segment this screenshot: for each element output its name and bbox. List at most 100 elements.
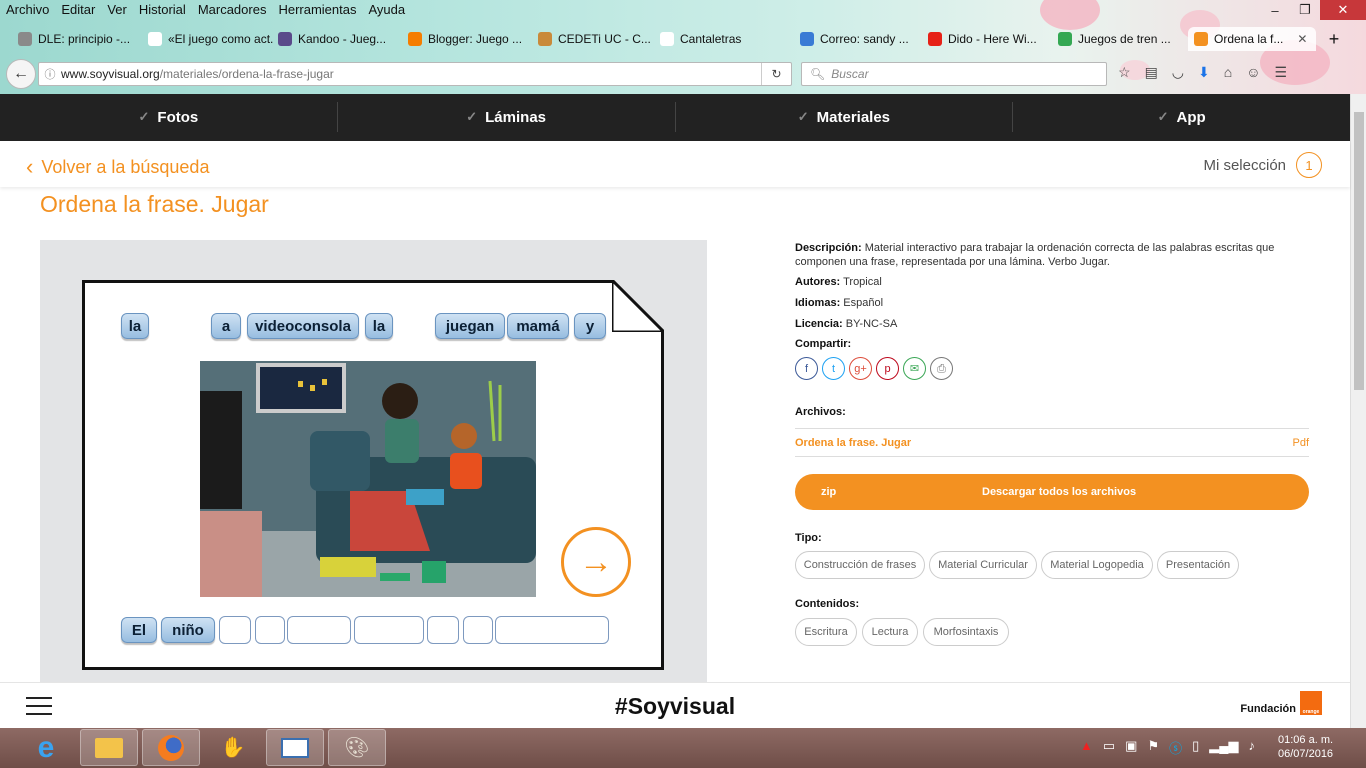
- type-tags: Construcción de frases Material Curricula…: [795, 551, 1309, 581]
- placed-word-tile[interactable]: El: [121, 617, 157, 643]
- file-explorer-icon[interactable]: [80, 729, 138, 766]
- empty-word-slot[interactable]: [287, 616, 351, 644]
- my-selection-button[interactable]: Mi selección 1: [1203, 152, 1322, 178]
- reading-list-icon[interactable]: ▤: [1145, 64, 1158, 81]
- tag-pill[interactable]: Presentación: [1157, 551, 1239, 579]
- foundation-logo[interactable]: Fundación orange: [1240, 691, 1322, 715]
- menu-icon[interactable]: ☰: [1275, 64, 1288, 81]
- clock-date: 06/07/2016: [1278, 748, 1334, 760]
- check-icon: ✓: [797, 109, 809, 124]
- monitor-icon[interactable]: ▭: [1103, 738, 1115, 757]
- browser-tab[interactable]: Ordena la f... ✕: [1188, 27, 1316, 51]
- pinterest-icon[interactable]: p: [876, 357, 899, 380]
- tab-label: Cantaletras: [680, 32, 742, 46]
- next-button[interactable]: →: [561, 527, 631, 597]
- tab-favicon-icon: [1194, 32, 1208, 46]
- app-hand-icon[interactable]: ✋: [204, 729, 262, 766]
- menu-herramientas[interactable]: Herramientas: [272, 0, 362, 20]
- googleplus-icon[interactable]: g+: [849, 357, 872, 380]
- flag-icon[interactable]: ⚑: [1147, 738, 1159, 757]
- print-icon[interactable]: ⎙: [930, 357, 953, 380]
- ie-icon[interactable]: e: [16, 729, 76, 766]
- new-tab-button[interactable]: +: [1322, 27, 1346, 51]
- close-window-button[interactable]: ✕: [1320, 0, 1366, 20]
- tab-favicon-icon: [660, 32, 674, 46]
- tag-pill[interactable]: Morfosintaxis: [923, 618, 1009, 646]
- window-app-icon[interactable]: [266, 729, 324, 766]
- home-icon[interactable]: ⌂: [1224, 64, 1232, 81]
- tag-pill[interactable]: Material Curricular: [929, 551, 1037, 579]
- word-tile[interactable]: la: [365, 313, 393, 339]
- info-icon[interactable]: ⓘ: [39, 66, 61, 82]
- firefox-icon[interactable]: [142, 729, 200, 766]
- empty-word-slot[interactable]: [427, 616, 459, 644]
- menu-ver[interactable]: Ver: [101, 0, 133, 20]
- maximize-button[interactable]: ❐: [1290, 0, 1320, 20]
- placed-word-tile[interactable]: niño: [161, 617, 215, 643]
- browser-tab[interactable]: Juegos de tren ...: [1058, 27, 1184, 51]
- empty-word-slot[interactable]: [255, 616, 285, 644]
- minimize-button[interactable]: –: [1260, 0, 1290, 20]
- paint-icon[interactable]: 🎨︎: [328, 729, 386, 766]
- tag-pill[interactable]: Lectura: [862, 618, 918, 646]
- download-all-button[interactable]: zip Descargar todos los archivos: [795, 474, 1309, 510]
- word-tile[interactable]: mamá: [507, 313, 569, 339]
- pocket-icon[interactable]: ◡: [1172, 64, 1184, 81]
- volume-icon[interactable]: ♪: [1249, 738, 1256, 757]
- menu-historial[interactable]: Historial: [133, 0, 192, 20]
- smiley-icon[interactable]: ☺: [1246, 64, 1260, 81]
- browser-tab[interactable]: CEDETi UC - C...: [538, 27, 656, 51]
- search-box[interactable]: 🔍︎ Buscar: [801, 62, 1107, 86]
- download-icon[interactable]: ⬇: [1198, 64, 1210, 81]
- reload-icon[interactable]: ↻: [761, 63, 791, 85]
- empty-word-slot[interactable]: [463, 616, 493, 644]
- email-icon[interactable]: ✉: [903, 357, 926, 380]
- word-tile[interactable]: juegan: [435, 313, 505, 339]
- menu-editar[interactable]: Editar: [55, 0, 101, 20]
- empty-word-slot[interactable]: [354, 616, 424, 644]
- tag-pill[interactable]: Material Logopedia: [1041, 551, 1153, 579]
- page-scrollbar[interactable]: [1350, 94, 1366, 728]
- menu-marcadores[interactable]: Marcadores: [192, 0, 273, 20]
- word-tile[interactable]: videoconsola: [247, 313, 359, 339]
- tag-pill[interactable]: Escritura: [795, 618, 857, 646]
- file-name[interactable]: Ordena la frase. Jugar: [795, 437, 911, 449]
- facebook-icon[interactable]: f: [795, 357, 818, 380]
- browser-tab[interactable]: Correo: sandy ...: [800, 27, 924, 51]
- nav-materiales[interactable]: ✓ Materiales: [676, 102, 1014, 132]
- tab-close-icon[interactable]: ✕: [1297, 32, 1307, 46]
- word-tile[interactable]: la: [121, 313, 149, 339]
- authors: Autores: Tropical: [795, 275, 882, 289]
- back-to-search-link[interactable]: ‹ Volver a la búsqueda: [26, 154, 209, 180]
- menu-archivo[interactable]: Archivo: [0, 0, 55, 20]
- twitter-icon[interactable]: t: [822, 357, 845, 380]
- browser-tab[interactable]: DLE: principio -...: [18, 27, 143, 51]
- scrollbar-thumb[interactable]: [1354, 112, 1364, 390]
- clock[interactable]: 01:06 a. m. 06/07/2016: [1278, 733, 1333, 761]
- word-tile[interactable]: a: [211, 313, 241, 339]
- back-button[interactable]: ←: [6, 59, 36, 89]
- empty-word-slot[interactable]: [495, 616, 609, 644]
- browser-tab[interactable]: «El juego como act...: [148, 27, 273, 51]
- battery-icon[interactable]: ▯: [1192, 738, 1199, 757]
- browser-tab[interactable]: Dido - Here Wi...: [928, 27, 1054, 51]
- nav-laminas[interactable]: ✓ Láminas: [338, 102, 676, 132]
- browser-tab[interactable]: Kandoo - Jueg...: [278, 27, 403, 51]
- browser-tab[interactable]: Blogger: Juego ...: [408, 27, 533, 51]
- device-icon[interactable]: ▣: [1125, 738, 1137, 757]
- url-bar[interactable]: ⓘ www.soyvisual.org/materiales/ordena-la…: [38, 62, 792, 86]
- nav-app[interactable]: ✓ App: [1013, 102, 1350, 132]
- signal-icon[interactable]: ▂▄▆: [1209, 738, 1238, 757]
- file-row[interactable]: Ordena la frase. Jugar Pdf: [795, 436, 1309, 450]
- toolbar-icons: ☆ ▤ ◡ ⬇ ⌂ ☺ ☰: [1118, 64, 1287, 81]
- nav-fotos[interactable]: ✓ Fotos: [0, 102, 338, 132]
- tag-pill[interactable]: Construcción de frases: [795, 551, 925, 579]
- word-tile[interactable]: y: [574, 313, 606, 339]
- bookmark-star-icon[interactable]: ☆: [1118, 64, 1131, 81]
- pdf-icon[interactable]: ▲: [1080, 738, 1093, 757]
- menu-ayuda[interactable]: Ayuda: [362, 0, 411, 20]
- empty-word-slot[interactable]: [219, 616, 251, 644]
- activity-preview: la a videoconsola la juegan mamá y → El …: [40, 240, 707, 682]
- skype-icon[interactable]: ⓢ: [1169, 738, 1182, 757]
- browser-tab[interactable]: Cantaletras: [660, 27, 795, 51]
